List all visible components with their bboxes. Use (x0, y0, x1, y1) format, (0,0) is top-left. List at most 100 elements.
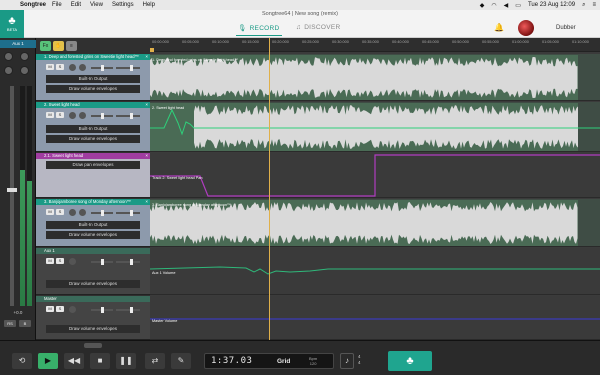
gain-knob[interactable] (20, 52, 29, 61)
draw-volume-envelope-button[interactable]: Draw volume envelopes (46, 85, 140, 93)
track-name[interactable]: 2. Sweet light head (44, 102, 142, 108)
solo-button[interactable]: S (56, 64, 64, 70)
monitor-button[interactable] (79, 112, 86, 119)
aux-channel-label[interactable]: Aux 1 (0, 40, 36, 48)
output-select[interactable]: Built-In Output (46, 125, 140, 133)
track-header-master[interactable]: Master M S Draw volume envelopes (36, 296, 150, 340)
volume-slider[interactable] (116, 65, 140, 71)
horizontal-scrollbar[interactable] (84, 343, 102, 348)
output-select[interactable]: Built-In Output (46, 75, 140, 83)
battery-icon[interactable]: ▭ (515, 2, 521, 9)
menu-settings[interactable]: Settings (112, 2, 134, 8)
solo-button[interactable]: S (56, 258, 64, 264)
draw-volume-envelope-button[interactable]: Draw volume envelopes (46, 325, 140, 333)
solo-button[interactable]: S (56, 306, 64, 312)
draw-volume-envelope-button[interactable]: Draw volume envelopes (46, 231, 140, 239)
record-arm-button[interactable] (69, 209, 76, 216)
time-signature[interactable]: 4 4 (358, 354, 361, 366)
rs-button[interactable]: RS (4, 320, 16, 327)
track-name[interactable]: 3. Banjojamboree song of Monday afternoo… (44, 199, 142, 205)
solo-button[interactable]: S (56, 112, 64, 118)
tab-discover[interactable]: ♫ DISCOVER (296, 24, 341, 31)
record-mode-icon[interactable]: ⟲ (12, 353, 32, 369)
volume-icon[interactable]: ◀ (504, 2, 509, 9)
songtree-logo[interactable]: ♣ BETA (0, 10, 24, 38)
search-icon[interactable]: ⌕ (582, 2, 585, 9)
fx-button[interactable]: Fx (40, 41, 51, 51)
pan-knob[interactable] (4, 52, 13, 61)
monitor-button[interactable] (69, 306, 76, 313)
close-icon[interactable]: × (145, 199, 148, 205)
close-icon[interactable]: × (145, 153, 148, 159)
hand-tool-button[interactable]: ✋ (53, 41, 64, 51)
track-header-aux[interactable]: Aux 1 M S Draw volume envelopes (36, 248, 150, 295)
volume-slider[interactable] (116, 113, 140, 119)
close-icon[interactable]: × (145, 102, 148, 108)
draw-volume-envelope-button[interactable]: Draw volume envelopes (46, 280, 140, 288)
volume-slider[interactable] (116, 210, 140, 216)
volume-fader-handle[interactable] (7, 188, 17, 192)
track-header-3[interactable]: 3. Banjojamboree song of Monday afternoo… (36, 199, 150, 247)
bypass-button[interactable]: B (19, 320, 31, 327)
menu-view[interactable]: View (90, 2, 103, 8)
pan-envelope[interactable] (150, 154, 600, 197)
mute-button[interactable]: M (46, 64, 54, 70)
pause-button[interactable]: ❚❚ (116, 353, 136, 369)
track-name[interactable]: 1. Deep and forested grins on Sweetie li… (44, 54, 142, 60)
track-name[interactable]: 2.1. Sweet light head (44, 153, 142, 159)
draw-volume-envelope-button[interactable]: Draw volume envelopes (46, 135, 140, 143)
bell-icon[interactable]: 🔔 (494, 23, 504, 32)
stop-button[interactable]: ■ (90, 353, 110, 369)
solo-button[interactable]: S (56, 209, 64, 215)
menu-list-icon[interactable]: ≡ (592, 2, 596, 8)
trim-knob[interactable] (20, 66, 29, 75)
rewind-button[interactable]: ◀◀ (64, 353, 84, 369)
output-select[interactable]: Built-In Output (46, 221, 140, 229)
menu-app-name[interactable]: Songtree (20, 2, 46, 8)
pan-slider[interactable] (91, 307, 113, 313)
pan-slider[interactable] (91, 65, 113, 71)
record-arm-button[interactable] (69, 112, 76, 119)
menu-button[interactable]: ≡ (66, 41, 77, 51)
monitor-button[interactable] (79, 64, 86, 71)
track-header-1[interactable]: 1. Deep and forested grins on Sweetie li… (36, 54, 150, 101)
volume-slider[interactable] (116, 307, 140, 313)
user-name[interactable]: Dubber (556, 25, 576, 31)
bpm-display[interactable]: Bpm 120 (309, 356, 317, 366)
songtree-branch-button[interactable]: ♣ (388, 351, 432, 371)
track-name[interactable]: Master (44, 296, 142, 302)
wifi-icon[interactable]: ◠ (491, 2, 496, 9)
menubar-clock[interactable]: Tue 23 Aug 12:09 (528, 2, 575, 8)
track-header-2[interactable]: 2. Sweet light head × M S Built-In Outpu… (36, 102, 150, 152)
record-arm-button[interactable] (69, 64, 76, 71)
send-knob[interactable] (4, 66, 13, 75)
track-name[interactable]: Aux 1 (44, 248, 142, 254)
metronome-icon[interactable]: ♪ (340, 353, 354, 369)
grid-toggle[interactable]: Grid (277, 358, 290, 365)
tab-record[interactable]: 🎙 RECORD (236, 24, 282, 36)
loop-button[interactable]: ⇄ (145, 353, 165, 369)
timeline[interactable]: 00:00.000 00:05.000 00:10.000 00:15.000 00:2… (150, 38, 600, 340)
mute-button[interactable]: M (46, 209, 54, 215)
draw-pan-envelope-button[interactable]: Draw pan envelopes (46, 161, 140, 169)
monitor-button[interactable] (79, 209, 86, 216)
mute-button[interactable]: M (46, 112, 54, 118)
menu-edit[interactable]: Edit (71, 2, 81, 8)
pan-slider[interactable] (91, 113, 113, 119)
monitor-button[interactable] (69, 258, 76, 265)
play-button[interactable]: ▶ (38, 353, 58, 369)
pan-slider[interactable] (91, 210, 113, 216)
avatar[interactable] (518, 20, 534, 36)
menu-file[interactable]: File (52, 2, 62, 8)
playhead[interactable] (269, 38, 270, 340)
close-icon[interactable]: × (145, 54, 148, 60)
menu-help[interactable]: Help (143, 2, 155, 8)
dropbox-icon[interactable]: ◆ (480, 2, 485, 9)
volume-slider[interactable] (116, 259, 140, 265)
aux-volume-envelope[interactable] (150, 266, 600, 275)
mute-button[interactable]: M (46, 306, 54, 312)
mute-button[interactable]: M (46, 258, 54, 264)
wrench-icon[interactable]: ✎ (171, 353, 191, 369)
pan-slider[interactable] (91, 259, 113, 265)
track-header-2-pan[interactable]: 2.1. Sweet light head × Draw pan envelop… (36, 153, 150, 198)
